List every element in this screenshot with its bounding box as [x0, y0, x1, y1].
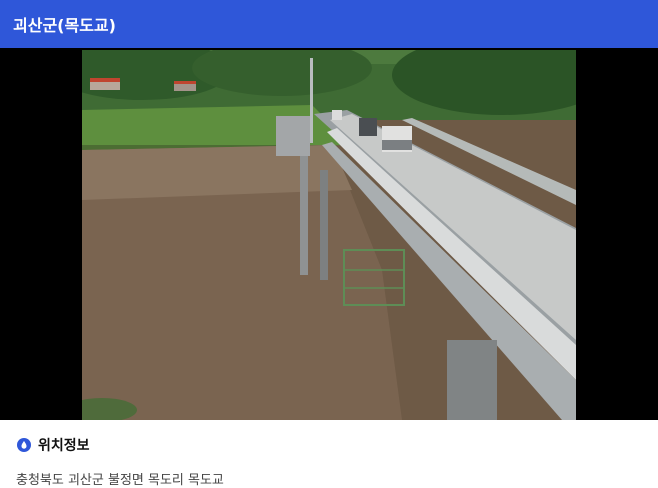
- cctv-video-frame[interactable]: [82, 50, 576, 420]
- location-title: 위치정보: [38, 438, 90, 454]
- app-header: 괴산군(목도교): [0, 0, 658, 48]
- location-heading: 위치정보: [16, 435, 658, 455]
- location-info: 위치정보 충청북도 괴산군 불정면 목도리 목도교: [0, 420, 658, 488]
- cctv-viewer: [0, 48, 658, 420]
- location-address: 충청북도 괴산군 불정면 목도리 목도교: [16, 473, 224, 488]
- cctv-scene: [82, 50, 576, 420]
- water-drop-icon: [16, 437, 32, 453]
- page-title: 괴산군(목도교): [13, 16, 116, 35]
